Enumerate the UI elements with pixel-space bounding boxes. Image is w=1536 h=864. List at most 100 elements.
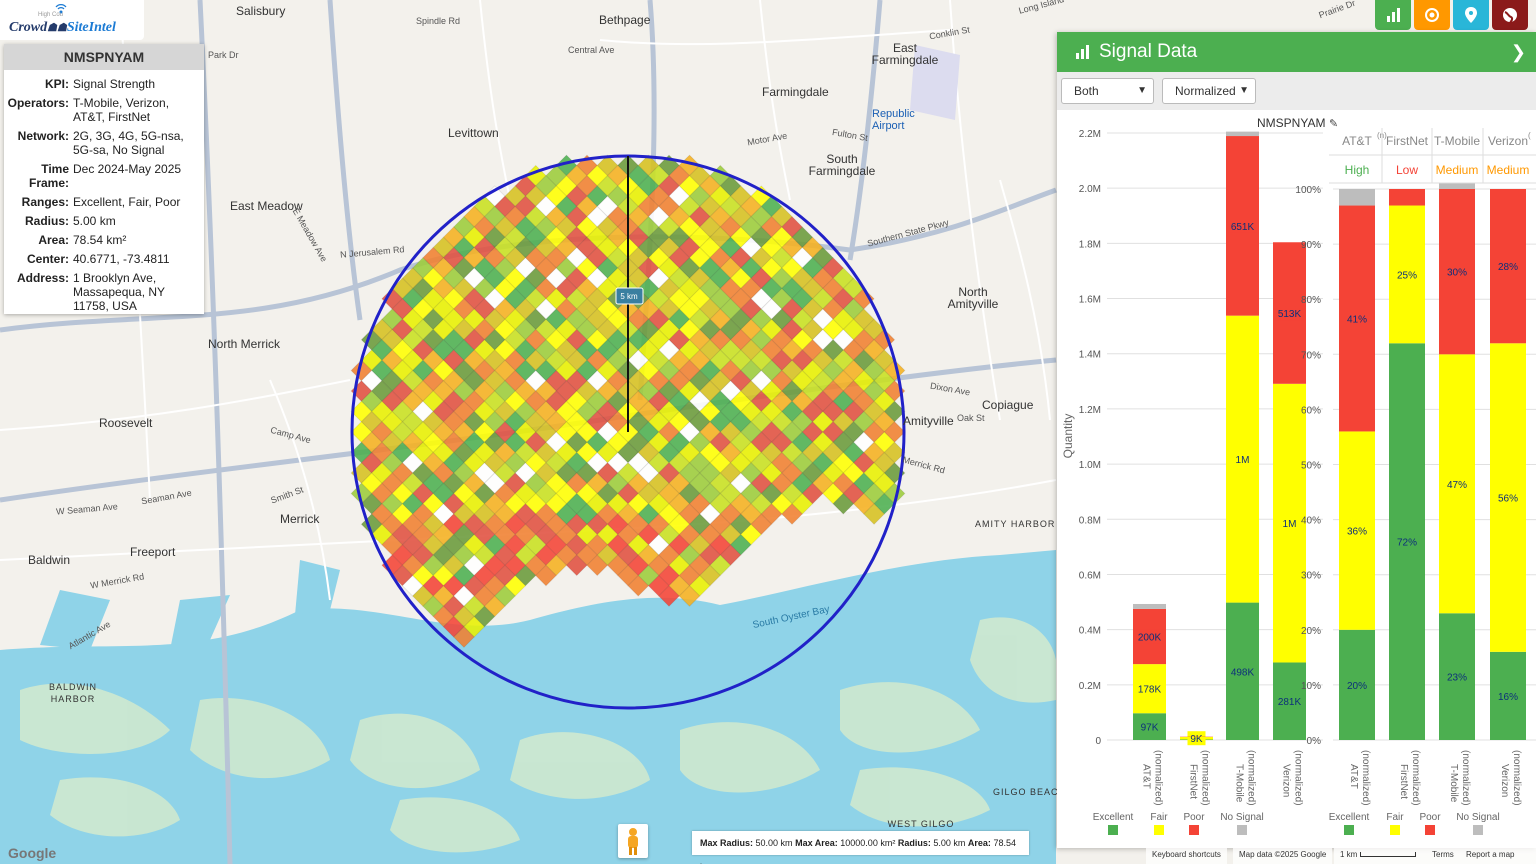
panel-title: Signal Data <box>1099 41 1198 62</box>
x-tick-label: T-Mobile <box>1234 764 1245 803</box>
pct-bar-segment-poor[interactable] <box>1389 189 1425 206</box>
data-label: 281K <box>1278 697 1302 708</box>
info-value: 5.00 km <box>73 214 116 228</box>
app-logo[interactable]: High Cou Crowd☗☗SiteIntel <box>0 0 144 40</box>
legend-swatch[interactable] <box>1189 825 1199 835</box>
info-key: Center: <box>26 252 69 266</box>
y-tick-label: 0.6M <box>1079 570 1101 581</box>
pct-data-label: 25% <box>1397 270 1417 281</box>
pct-data-label: 72% <box>1397 538 1417 549</box>
x-tick-label: FirstNet <box>1188 764 1199 799</box>
info-key: Area: <box>38 233 69 247</box>
y-tick-label: 100% <box>1295 185 1321 196</box>
pct-bar-segment-no-signal[interactable] <box>1339 189 1375 206</box>
target-button[interactable] <box>1414 0 1450 30</box>
logo-text: Crowd☗☗SiteIntel <box>9 20 116 36</box>
radius-value: 5.00 km <box>933 838 966 848</box>
x-tick-label: (normalized) <box>1246 750 1257 806</box>
column-header: FirstNet <box>1386 134 1429 148</box>
collapse-chevron-icon[interactable]: ❯ <box>1511 42 1526 63</box>
legend-label: Poor <box>1183 812 1205 823</box>
map-label: Levittown <box>448 126 499 140</box>
pct-data-label: 36% <box>1347 527 1367 538</box>
legend-swatch[interactable] <box>1425 825 1435 835</box>
scale-select-value: Normalized <box>1175 84 1236 98</box>
y-tick-label: 90% <box>1301 240 1321 251</box>
chart-button[interactable] <box>1375 0 1411 30</box>
x-tick-label: (normalized) <box>1153 750 1164 806</box>
keyboard-shortcuts-link[interactable]: Keyboard shortcuts <box>1146 847 1227 864</box>
y-tick-label: 0% <box>1307 736 1322 747</box>
scale-line <box>1359 852 1416 858</box>
map-pin-icon <box>1465 7 1477 23</box>
y-tick-label: 50% <box>1301 461 1321 472</box>
pct-data-label: 30% <box>1447 268 1467 279</box>
legend-swatch[interactable] <box>1473 825 1483 835</box>
mode-select[interactable]: Both ▼ <box>1061 78 1154 104</box>
legend-label: Excellent <box>1093 812 1134 823</box>
y-tick-label: 1.8M <box>1079 239 1101 250</box>
info-row: Operators: T-Mobile, Verizon, AT&T, First… <box>4 96 204 124</box>
report-map-error-link[interactable]: Report a map error <box>1460 847 1536 864</box>
column-header: Verizon <box>1488 134 1528 148</box>
info-key: KPI: <box>45 77 69 91</box>
y-tick-label: 70% <box>1301 350 1321 361</box>
map-label: Freeport <box>130 545 176 559</box>
x-tick-label: Verizon <box>1499 764 1510 797</box>
legend-swatch[interactable] <box>1390 825 1400 835</box>
target-icon <box>1425 8 1439 22</box>
info-key: Address: <box>16 271 69 285</box>
legend-label: Excellent <box>1329 812 1370 823</box>
map-label: Park Dr <box>208 50 239 60</box>
y-axis-label: Quantity <box>1061 414 1075 459</box>
bar-segment-no-signal[interactable] <box>1226 131 1259 137</box>
y-tick-label: 30% <box>1301 571 1321 582</box>
pct-data-label: 16% <box>1498 692 1518 703</box>
location-button[interactable] <box>1453 0 1489 30</box>
data-label: 178K <box>1138 685 1162 696</box>
map-label: Roosevelt <box>99 416 153 430</box>
info-value: Excellent, Fair, Poor <box>73 195 181 209</box>
info-value: 2G, 3G, 4G, 5G-nsa, 5G-sa, No Signal <box>73 129 184 157</box>
y-tick-label: 60% <box>1301 405 1321 416</box>
info-key: Ranges: <box>21 195 69 209</box>
data-label: 1M <box>1283 519 1297 530</box>
y-tick-label: 1.6M <box>1079 295 1101 306</box>
map-label: North Merrick <box>208 337 281 351</box>
x-tick-label: Verizon <box>1281 764 1292 797</box>
legend-swatch[interactable] <box>1154 825 1164 835</box>
street-view-pegman[interactable] <box>618 824 648 858</box>
y-tick-label: 1.2M <box>1079 405 1101 416</box>
info-row: Ranges: Excellent, Fair, Poor <box>4 195 204 209</box>
panel-header: Signal Data ❯ <box>1057 32 1536 72</box>
signal-data-panel: Signal Data ❯ Both ▼ Normalized ▼ NMSPNY… <box>1057 32 1536 848</box>
pct-bar-segment-no-signal[interactable] <box>1439 183 1475 189</box>
map-label: Central Ave <box>568 45 615 55</box>
bar-segment-no-signal[interactable] <box>1133 603 1166 609</box>
legend-swatch[interactable] <box>1108 825 1118 835</box>
info-row: Network: 2G, 3G, 4G, 5G-nsa, 5G-sa, No Si… <box>4 129 204 157</box>
scale-select[interactable]: Normalized ▼ <box>1162 78 1256 104</box>
rating-high: High <box>1345 163 1370 177</box>
radius-label: 5 km <box>620 292 638 301</box>
column-header: T-Mobile <box>1434 134 1480 148</box>
rating-medium: Medium <box>1436 163 1479 177</box>
x-tick-label: (normalized) <box>1460 750 1471 806</box>
legend-swatch[interactable] <box>1237 825 1247 835</box>
info-value: 78.54 km² <box>73 233 127 247</box>
rating-low: Low <box>1396 163 1418 177</box>
map-label: GILGO BEACH <box>993 787 1067 797</box>
info-panel-title: NMSPNYAM <box>4 44 204 70</box>
x-tick-label: (normalized) <box>1511 750 1522 806</box>
edit-icon[interactable]: ✎ <box>1329 117 1338 130</box>
map-label: Bethpage <box>599 13 651 27</box>
map-label: AMITY HARBOR <box>975 519 1056 529</box>
pct-data-label: 20% <box>1347 681 1367 692</box>
x-tick-label: T-Mobile <box>1448 764 1459 803</box>
globe-button[interactable] <box>1492 0 1528 30</box>
terms-link[interactable]: Terms <box>1426 847 1460 864</box>
max-radius-label: Max Radius: <box>700 838 754 848</box>
y-tick-label: 0.4M <box>1079 626 1101 637</box>
legend-swatch[interactable] <box>1344 825 1354 835</box>
max-area-value: 10000.00 km² <box>840 838 896 848</box>
